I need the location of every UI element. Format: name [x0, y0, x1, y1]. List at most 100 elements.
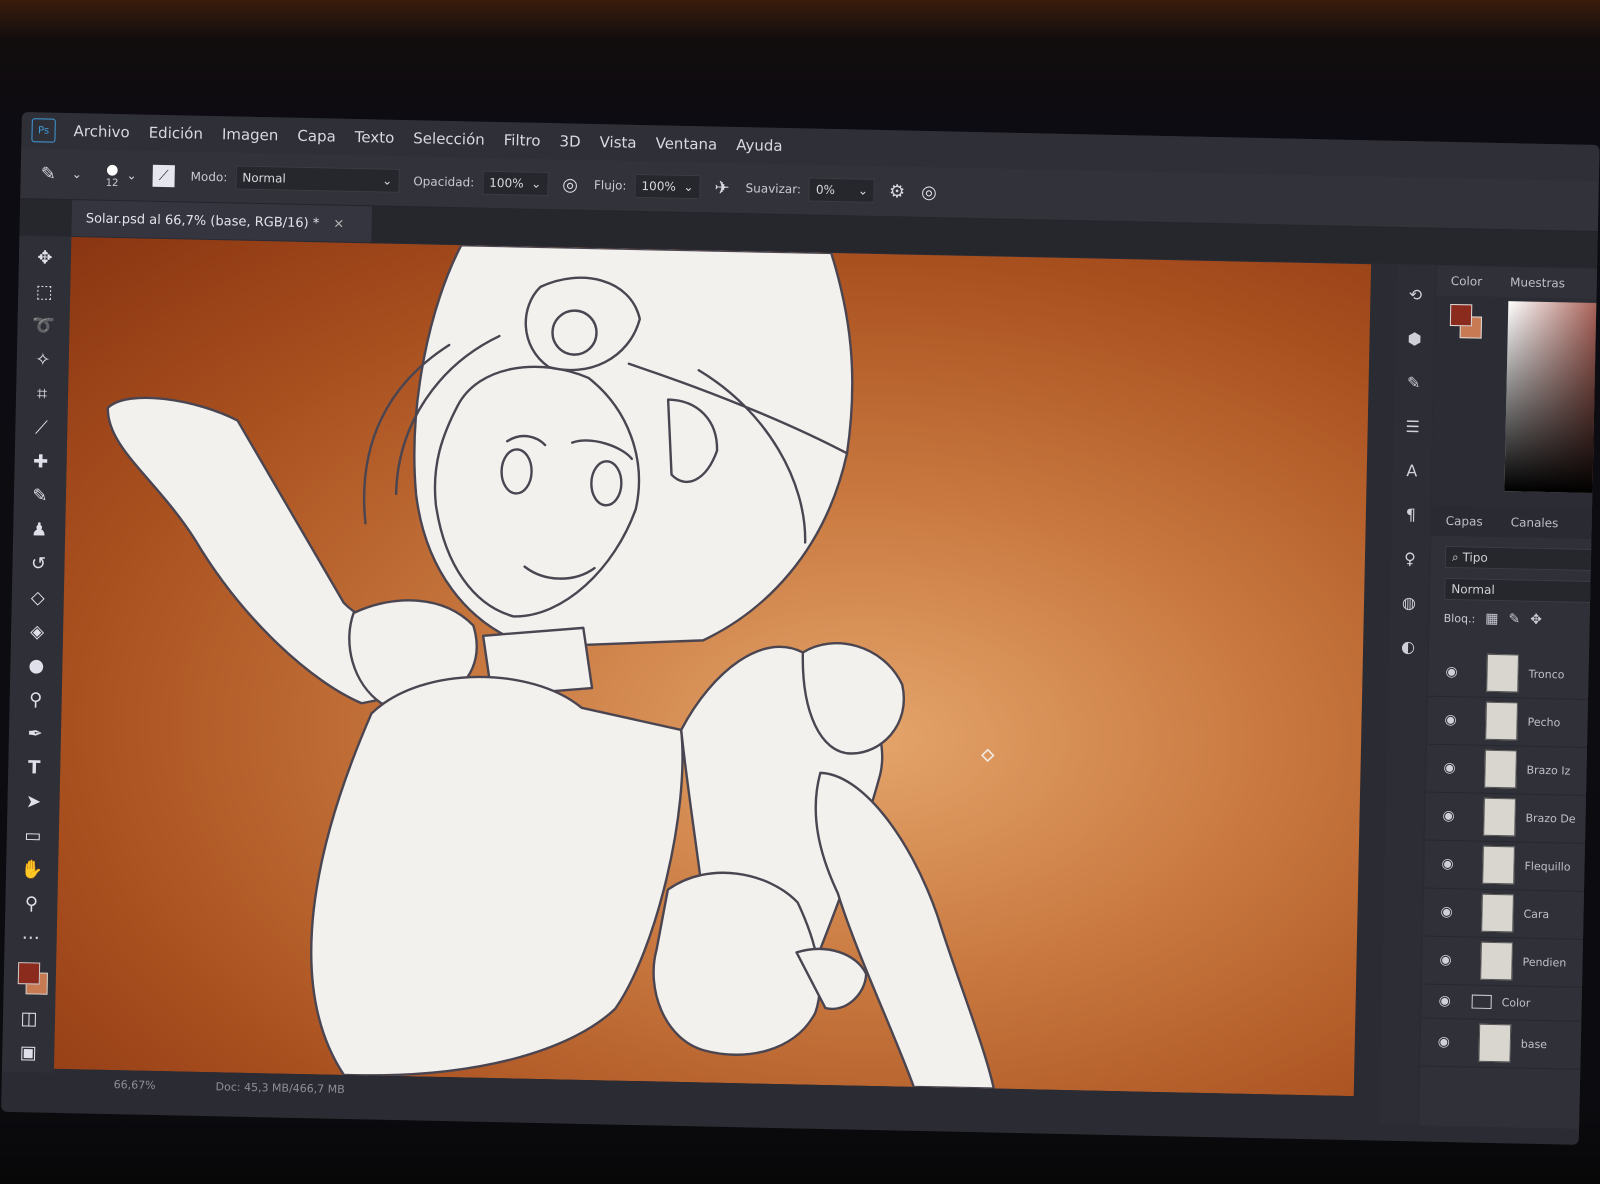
- healing-brush-tool-icon[interactable]: ✚: [22, 446, 59, 478]
- right-panel: Color Muestras Capas Canales ⌕ Tipo Norm…: [1419, 265, 1600, 1130]
- chevron-down-icon[interactable]: ⌄: [72, 167, 82, 181]
- zoom-tool-icon[interactable]: ⚲: [13, 888, 50, 920]
- menu-vista[interactable]: Vista: [599, 133, 636, 152]
- marquee-tool-icon[interactable]: ⬚: [26, 276, 63, 308]
- rectangle-tool-icon[interactable]: ▭: [15, 820, 52, 852]
- eyedropper-tool-icon[interactable]: ⟋: [23, 412, 60, 444]
- opacity-input[interactable]: 100% ⌄: [482, 170, 549, 197]
- crop-tool-icon[interactable]: ⌗: [24, 378, 61, 410]
- eye-icon[interactable]: ◉: [1433, 904, 1459, 921]
- 3d-icon[interactable]: ⬢: [1399, 323, 1430, 354]
- menu-texto[interactable]: Texto: [355, 128, 395, 147]
- pen-tool-icon[interactable]: ✒: [17, 718, 54, 750]
- layer-row[interactable]: ◉ Brazo Iz: [1426, 743, 1600, 797]
- eye-icon[interactable]: ◉: [1432, 993, 1458, 1010]
- libraries-icon[interactable]: ◍: [1394, 587, 1425, 618]
- eye-icon[interactable]: ◉: [1437, 712, 1463, 729]
- zoom-level[interactable]: 66,67%: [114, 1078, 156, 1092]
- eraser-tool-icon[interactable]: ◇: [20, 582, 57, 614]
- tab-swatches[interactable]: Muestras: [1510, 275, 1565, 290]
- panel-foreground-color[interactable]: [1449, 303, 1473, 327]
- learn-icon[interactable]: ♀: [1395, 543, 1426, 574]
- lock-position-icon[interactable]: ✥: [1530, 612, 1542, 628]
- more-tools-icon[interactable]: ⋯: [12, 922, 49, 954]
- lock-pixels-icon[interactable]: ✎: [1508, 611, 1520, 627]
- tab-layers[interactable]: Capas: [1446, 514, 1483, 529]
- brush-presets-icon[interactable]: ✎: [1398, 367, 1429, 398]
- layer-row[interactable]: ◉ Tronco: [1428, 647, 1600, 701]
- gear-icon[interactable]: ⚙: [889, 181, 906, 202]
- color-picker-field[interactable]: [1504, 301, 1600, 494]
- eye-icon[interactable]: ◉: [1435, 808, 1461, 825]
- history-icon[interactable]: ⟲: [1400, 279, 1431, 310]
- eye-left: [500, 448, 533, 495]
- paint-bucket-tool-icon[interactable]: ◈: [19, 616, 56, 648]
- eye-icon[interactable]: ◉: [1434, 856, 1460, 873]
- tab-color[interactable]: Color: [1451, 274, 1483, 289]
- layer-row[interactable]: ◉ Pendien: [1422, 935, 1600, 989]
- blur-tool-icon[interactable]: ●: [18, 650, 55, 682]
- menu-capa[interactable]: Capa: [297, 127, 336, 146]
- document-canvas[interactable]: [53, 237, 1372, 1097]
- eye-icon[interactable]: ◉: [1432, 952, 1458, 969]
- layer-group-row[interactable]: ◉ Color: [1421, 983, 1600, 1023]
- menu-edicion[interactable]: Edición: [148, 124, 203, 143]
- photoshop-window: Ps Archivo Edición Imagen Capa Texto Sel…: [1, 112, 1600, 1145]
- lock-transparency-icon[interactable]: ▦: [1485, 611, 1499, 627]
- history-brush-tool-icon[interactable]: ↺: [20, 548, 57, 580]
- forearm-right: [814, 771, 995, 1090]
- path-selection-tool-icon[interactable]: ➤: [15, 786, 52, 818]
- brush-settings-icon[interactable]: ⟋: [152, 164, 175, 188]
- pressure-opacity-icon[interactable]: ◎: [562, 174, 578, 195]
- foreground-color-swatch[interactable]: [17, 962, 41, 985]
- styles-icon[interactable]: ◐: [1393, 631, 1424, 662]
- lock-label: Bloq.:: [1443, 611, 1476, 626]
- eye-icon[interactable]: ◉: [1431, 1034, 1457, 1051]
- menu-seleccion[interactable]: Selección: [413, 129, 485, 148]
- close-icon[interactable]: ×: [333, 216, 344, 231]
- flow-input[interactable]: 100% ⌄: [634, 173, 701, 200]
- quick-mask-icon[interactable]: ◫: [11, 1003, 48, 1035]
- hand-tool-icon[interactable]: ✋: [14, 854, 51, 886]
- layer-row[interactable]: ◉ Brazo De: [1425, 791, 1600, 845]
- type-tool-icon[interactable]: T: [16, 752, 53, 784]
- brush-tool-icon[interactable]: ✎: [40, 163, 56, 184]
- document-tab[interactable]: Solar.psd al 66,7% (base, RGB/16) * ×: [71, 200, 373, 243]
- opacity-label: Opacidad:: [413, 174, 475, 190]
- screen-mode-icon[interactable]: ▣: [10, 1037, 47, 1069]
- layer-filter-select[interactable]: ⌕ Tipo: [1444, 545, 1600, 572]
- layer-row[interactable]: ◉ base: [1420, 1017, 1600, 1071]
- menu-ayuda[interactable]: Ayuda: [736, 136, 783, 155]
- menu-3d[interactable]: 3D: [559, 132, 580, 150]
- magic-wand-tool-icon[interactable]: ✧: [24, 344, 61, 376]
- dodge-tool-icon[interactable]: ⚲: [17, 684, 54, 716]
- smoothing-input[interactable]: 0% ⌄: [808, 177, 876, 203]
- paragraph-icon[interactable]: ¶: [1396, 499, 1427, 530]
- eye-icon[interactable]: ◉: [1438, 664, 1464, 681]
- adjustments-icon[interactable]: ☰: [1397, 411, 1428, 442]
- mode-select[interactable]: Normal ⌄: [235, 165, 400, 193]
- chevron-down-icon[interactable]: ⌄: [126, 168, 136, 182]
- move-tool-icon[interactable]: ✥: [27, 242, 64, 274]
- menu-filtro[interactable]: Filtro: [504, 131, 541, 150]
- airbrush-icon[interactable]: ✈: [714, 177, 730, 198]
- color-swatches[interactable]: [11, 956, 48, 1001]
- pressure-size-icon[interactable]: ◎: [921, 181, 937, 202]
- brush-tool-icon[interactable]: ✎: [22, 480, 59, 512]
- layer-row[interactable]: ◉ Cara: [1423, 887, 1600, 941]
- layer-blend-select[interactable]: Normal: [1444, 577, 1600, 604]
- menu-ventana[interactable]: Ventana: [655, 134, 717, 153]
- menu-imagen[interactable]: Imagen: [222, 125, 279, 144]
- opacity-value: 100%: [489, 175, 524, 191]
- layer-row[interactable]: ◉ Flequillo: [1424, 839, 1600, 893]
- character-icon[interactable]: A: [1396, 455, 1427, 486]
- tab-channels[interactable]: Canales: [1511, 515, 1559, 530]
- lasso-tool-icon[interactable]: ➰: [25, 310, 62, 342]
- chevron-down-icon: ⌄: [531, 176, 542, 191]
- clone-stamp-tool-icon[interactable]: ♟: [21, 514, 58, 546]
- gem-circle: [551, 309, 598, 356]
- layer-row[interactable]: ◉ Pecho: [1427, 695, 1600, 749]
- eye-icon[interactable]: ◉: [1436, 760, 1462, 777]
- brush-preset-picker[interactable]: ● 12: [106, 161, 119, 188]
- menu-archivo[interactable]: Archivo: [73, 122, 129, 141]
